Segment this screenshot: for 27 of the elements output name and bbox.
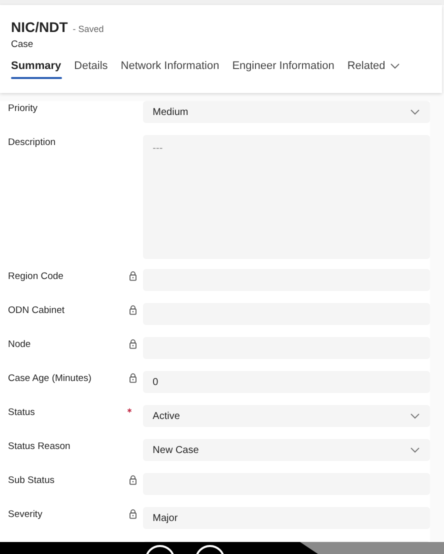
field-label: Priority <box>8 103 38 114</box>
entity-type: Case <box>11 39 34 50</box>
field-label: Case Age (Minutes) <box>8 373 92 384</box>
field-label: Status Reason <box>8 441 70 452</box>
input-field[interactable]: Medium <box>142 101 430 123</box>
save-status: - Saved <box>72 24 104 34</box>
field-label: Node <box>8 339 31 350</box>
field-label: Severity <box>8 509 42 520</box>
chevron-down-icon <box>410 413 420 419</box>
tab[interactable]: Summary <box>11 60 68 79</box>
chevron-down-icon <box>410 447 420 453</box>
input-field[interactable]: Major <box>142 507 430 529</box>
field-label: Status <box>8 407 35 418</box>
input-field[interactable]: Active <box>142 405 430 427</box>
tab[interactable]: Network Information <box>120 60 226 79</box>
chevron-down-icon <box>390 63 400 69</box>
field-label: ODN Cabinet <box>8 305 64 316</box>
input-field[interactable]: 0 <box>142 371 430 393</box>
field-label: Sub Status <box>8 475 54 486</box>
tab[interactable]: Details <box>74 60 115 79</box>
record-title: NIC/NDT <box>11 19 68 35</box>
input-field[interactable]: New Case <box>142 439 430 461</box>
tab[interactable]: Related <box>347 60 408 79</box>
field-label: Description <box>8 137 56 148</box>
tab[interactable]: Engineer Information <box>232 60 342 79</box>
field-label: Region Code <box>8 271 64 282</box>
chevron-down-icon <box>410 109 420 115</box>
